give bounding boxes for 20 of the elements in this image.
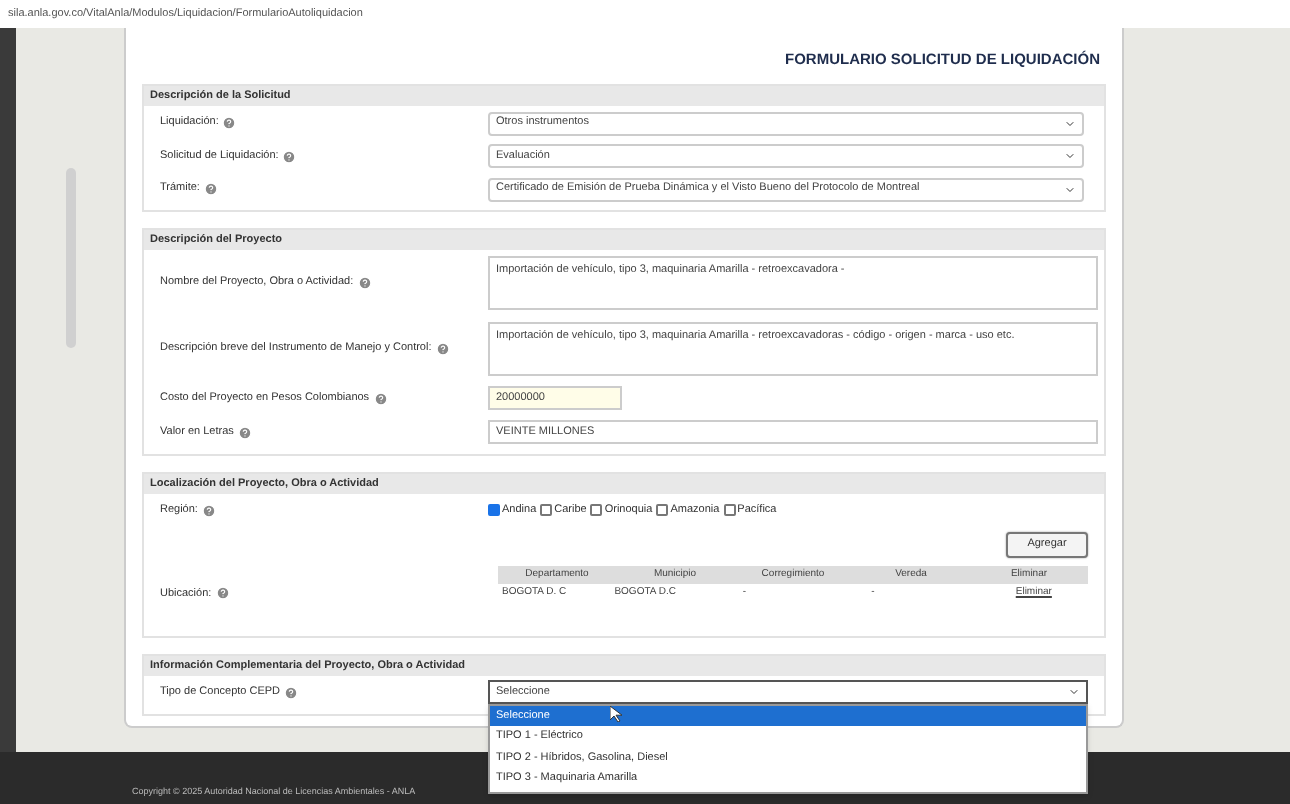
chevron-down-icon [1064, 150, 1076, 162]
checkbox[interactable] [540, 504, 553, 517]
chevron-down-icon [1064, 183, 1076, 195]
help-icon[interactable] [201, 503, 216, 518]
help-icon[interactable] [357, 275, 372, 290]
checkbox[interactable] [723, 504, 736, 517]
checkbox[interactable] [590, 504, 603, 517]
help-icon[interactable] [237, 425, 252, 440]
chevron-down-icon [1064, 117, 1076, 129]
help-icon[interactable] [222, 116, 237, 130]
help-icon[interactable] [373, 391, 388, 406]
help-icon[interactable] [203, 182, 218, 196]
checkbox[interactable] [488, 504, 500, 517]
help-icon[interactable] [282, 149, 297, 163]
help-icon[interactable] [215, 586, 230, 601]
scrollbar[interactable] [65, 168, 75, 348]
help-icon[interactable] [284, 685, 299, 700]
checkbox[interactable] [656, 504, 669, 517]
help-icon[interactable] [435, 341, 450, 356]
chevron-down-icon [1068, 686, 1080, 699]
